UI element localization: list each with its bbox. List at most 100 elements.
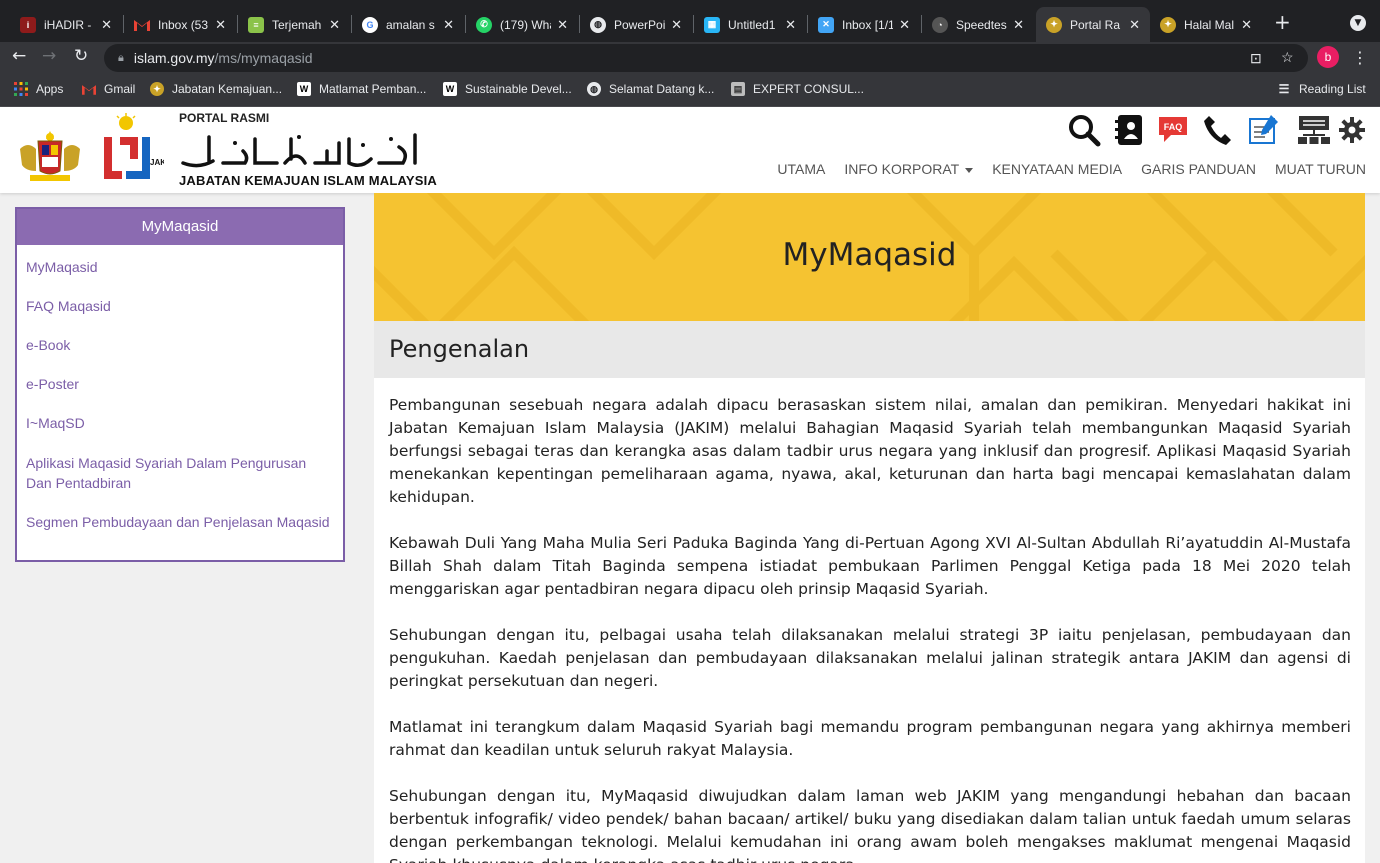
browser-toolbar: ← → ↻ 🔒︎ islam.gov.my/ms/mymaqasid ⊡ ☆ [0, 42, 1380, 74]
feedback-form-icon[interactable] [1247, 113, 1281, 147]
close-icon[interactable]: ✕ [215, 17, 226, 33]
bookmark-gmail[interactable]: Gmail [82, 82, 135, 96]
nav-info-korporat[interactable]: INFO KORPORAT [844, 161, 974, 177]
back-icon[interactable]: ← [12, 46, 26, 66]
bookmark-label: Sustainable Devel... [465, 82, 572, 96]
main-content: MyMaqasid Pengenalan Pembangunan sesebua… [374, 193, 1365, 863]
portal-label: PORTAL RASMI [179, 111, 270, 125]
sidebar-item-aplikasi[interactable]: Aplikasi Maqasid Syariah Dalam Pengurusa… [26, 453, 331, 493]
reading-list-button[interactable]: ☰ Reading List [1277, 82, 1366, 96]
crest-icon: ✦ [1046, 16, 1062, 33]
close-icon[interactable]: ✕ [557, 17, 568, 33]
sidebar-item-faq-maqasid[interactable]: FAQ Maqasid [26, 296, 331, 316]
browser-tab[interactable]: ◍ PowerPoi ✕ [580, 7, 692, 42]
crest-icon: ✦ [1160, 16, 1176, 33]
phone-icon[interactable] [1201, 113, 1235, 147]
jawi-logotype [181, 133, 417, 168]
browser-tab[interactable]: ▦ Untitled1 ✕ [694, 7, 806, 42]
sidebar-title: MyMaqasid [17, 209, 343, 245]
browser-tab-active[interactable]: ✦ Portal Ra ✕ [1036, 7, 1150, 42]
url-host: islam.gov.my [133, 50, 215, 66]
tab-label: Portal Ra [1070, 17, 1121, 32]
close-icon[interactable]: ✕ [329, 17, 340, 33]
sidebar-item-ebook[interactable]: e-Book [26, 335, 331, 355]
wikipedia-icon: W [443, 82, 457, 96]
browser-tab[interactable]: i iHADIR - ✕ [10, 7, 122, 42]
close-icon[interactable]: ✕ [899, 17, 910, 33]
browser-tab[interactable]: Inbox (53 ✕ [124, 7, 236, 42]
close-icon[interactable]: ✕ [443, 17, 454, 33]
sitemap-icon[interactable] [1297, 113, 1331, 147]
nav-garis-panduan[interactable]: GARIS PANDUAN [1141, 161, 1256, 177]
nav-muat-turun[interactable]: MUAT TURUN [1275, 161, 1366, 177]
tab-search-icon[interactable]: ▼ [1350, 15, 1366, 31]
paragraph: Sehubungan dengan itu, MyMaqasid diwujud… [389, 787, 1351, 863]
sidebar-item-mymaqasid[interactable]: MyMaqasid [26, 257, 331, 277]
bookmark-sustainable[interactable]: W Sustainable Devel... [443, 82, 572, 96]
bookmark-apps[interactable]: Apps [14, 82, 63, 96]
gear-icon[interactable] [1338, 116, 1366, 144]
bookmark-matlamat[interactable]: W Matlamat Pemban... [297, 82, 426, 96]
speedometer-icon: ◔ [932, 16, 948, 33]
bookmark-selamat[interactable]: ◍ Selamat Datang k... [587, 82, 714, 96]
reading-list-icon: ☰ [1278, 82, 1290, 96]
crest-icon: ✦ [150, 82, 164, 96]
forward-icon[interactable]: → [42, 46, 56, 66]
mail-icon: ✕ [818, 16, 834, 33]
globe-icon: ◍ [590, 16, 606, 33]
tab-label: Inbox [1/1 [842, 17, 894, 32]
profile-avatar[interactable]: b [1317, 46, 1339, 68]
sidebar-item-segmen[interactable]: Segmen Pembudayaan dan Penjelasan Maqasi… [26, 512, 331, 532]
lock-icon[interactable]: 🔒︎ [118, 52, 124, 65]
ihadir-icon: i [20, 16, 36, 33]
new-tab-button[interactable]: + [1274, 10, 1291, 34]
google-icon: G [362, 16, 378, 33]
bookmark-expert[interactable]: ▤ EXPERT CONSUL... [731, 82, 864, 96]
nav-utama[interactable]: UTAMA [777, 161, 825, 177]
sidebar-menu: MyMaqasid MyMaqasid FAQ Maqasid e-Book e… [15, 207, 345, 562]
browser-tab[interactable]: ◔ Speedtes ✕ [922, 7, 1034, 42]
browser-tab[interactable]: ✆ (179) Wha ✕ [466, 7, 578, 42]
browser-tab[interactable]: ≡ Terjemah ✕ [238, 7, 350, 42]
bookmark-star-icon[interactable]: ☆ [1281, 49, 1294, 66]
translate-page-icon[interactable]: ⊡ [1250, 50, 1262, 67]
translate-icon: ≡ [248, 16, 264, 33]
browser-menu-icon[interactable]: ⋮ [1352, 48, 1368, 67]
reload-icon[interactable]: ↻ [74, 46, 88, 66]
browser-tab[interactable]: ✦ Halal Mal ✕ [1150, 7, 1262, 42]
jakim-logo[interactable]: JAKIM [100, 113, 164, 189]
malaysia-crest-logo[interactable] [14, 127, 86, 187]
close-icon[interactable]: ✕ [671, 17, 682, 33]
site-header: JAKIM PORTAL RASMI JABATAN KEMAJUAN ISLA… [0, 107, 1380, 193]
search-icon[interactable] [1067, 113, 1101, 147]
browser-tab[interactable]: ✕ Inbox [1/1 ✕ [808, 7, 920, 42]
contact-book-icon[interactable] [1113, 113, 1147, 147]
paragraph: Pembangunan sesebuah negara adalah dipac… [389, 396, 1351, 506]
bookmark-label: Jabatan Kemajuan... [172, 82, 283, 96]
bookmarks-bar: Apps Gmail ✦ Jabatan Kemajuan... W Matla… [0, 74, 1380, 107]
department-name: JABATAN KEMAJUAN ISLAM MALAYSIA [179, 173, 438, 188]
close-icon[interactable]: ✕ [101, 17, 112, 33]
paragraph: Sehubungan dengan itu, pelbagai usaha te… [389, 626, 1351, 690]
tab-label: Terjemah [272, 17, 322, 32]
bookmark-label: Gmail [104, 82, 136, 96]
faq-badge-label: FAQ [1164, 122, 1183, 132]
close-icon[interactable]: ✕ [1013, 17, 1024, 33]
section-header: Pengenalan [374, 321, 1365, 378]
close-icon[interactable]: ✕ [1241, 17, 1252, 33]
faq-icon[interactable]: FAQ [1157, 113, 1191, 147]
address-bar[interactable]: 🔒︎ islam.gov.my/ms/mymaqasid ⊡ ☆ [104, 44, 1308, 72]
bookmark-label: Matlamat Pemban... [319, 82, 427, 96]
globe-icon: ◍ [587, 82, 601, 96]
chevron-down-icon [965, 167, 974, 173]
wikipedia-icon: W [297, 82, 311, 96]
nav-kenyataan-media[interactable]: KENYATAAN MEDIA [992, 161, 1122, 177]
close-icon[interactable]: ✕ [785, 17, 796, 33]
bookmark-jakim[interactable]: ✦ Jabatan Kemajuan... [150, 82, 282, 96]
browser-tab[interactable]: G amalan s ✕ [352, 7, 464, 42]
sidebar-item-imaqsd[interactable]: I~MaqSD [26, 413, 331, 433]
tab-label: Halal Mal [1184, 17, 1235, 32]
close-icon[interactable]: ✕ [1129, 17, 1140, 33]
sidebar-item-eposter[interactable]: e-Poster [26, 374, 331, 394]
tab-label: (179) Wha [500, 17, 552, 32]
